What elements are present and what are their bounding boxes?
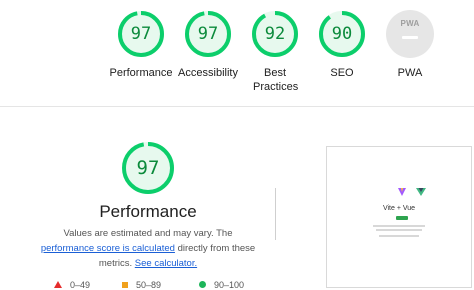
- legend-pass: 90–100: [199, 279, 245, 290]
- seo-score: 90: [331, 24, 353, 44]
- thumbnail-text-line: [379, 235, 419, 237]
- performance-detail-title: Performance: [99, 202, 197, 221]
- see-calculator-link[interactable]: See calculator.: [135, 258, 197, 269]
- legend-fail: 0–49: [54, 279, 91, 290]
- legend-average: 50–89: [122, 279, 162, 290]
- performance-detail-gauge: 97: [121, 141, 175, 195]
- best-practices-gauge: 92: [251, 10, 299, 58]
- best-practices-label: Best Practices: [253, 67, 299, 93]
- thumbnail-text-line: [373, 225, 425, 227]
- category-pwa[interactable]: PWA PWA: [370, 10, 450, 80]
- vertical-separator: [275, 188, 276, 240]
- section-divider: [0, 106, 474, 107]
- legend-pass-range: 90–100: [214, 279, 245, 290]
- thumbnail-text-line: [376, 229, 422, 231]
- vite-vue-logos-icon: [398, 188, 426, 196]
- page-screenshot-thumbnail[interactable]: Vite + Vue: [326, 146, 472, 288]
- legend-average-range: 50–89: [136, 279, 162, 290]
- performance-gauge: 97: [117, 10, 165, 58]
- pwa-dash-icon: [402, 36, 418, 39]
- performance-description: Values are estimated and may vary. The p…: [38, 226, 258, 271]
- fail-triangle-icon: [54, 281, 62, 289]
- pwa-label: PWA: [397, 67, 423, 79]
- legend-fail-range: 0–49: [70, 279, 91, 290]
- pwa-badge-icon: PWA: [386, 10, 434, 58]
- pass-circle-icon: [199, 281, 206, 289]
- performance-detail-score: 97: [136, 157, 160, 179]
- seo-gauge: 90: [318, 10, 366, 58]
- pwa-badge-text: PWA: [400, 19, 420, 28]
- thumbnail-button: [396, 216, 408, 220]
- performance-score: 97: [130, 24, 152, 44]
- best-practices-score: 92: [264, 24, 286, 44]
- description-text: Values are estimated and may vary. The: [63, 228, 233, 239]
- thumbnail-title: Vite + Vue: [382, 205, 416, 212]
- score-calculated-link[interactable]: performance score is calculated: [41, 243, 175, 254]
- accessibility-gauge: 97: [184, 10, 232, 58]
- accessibility-score: 97: [197, 24, 219, 44]
